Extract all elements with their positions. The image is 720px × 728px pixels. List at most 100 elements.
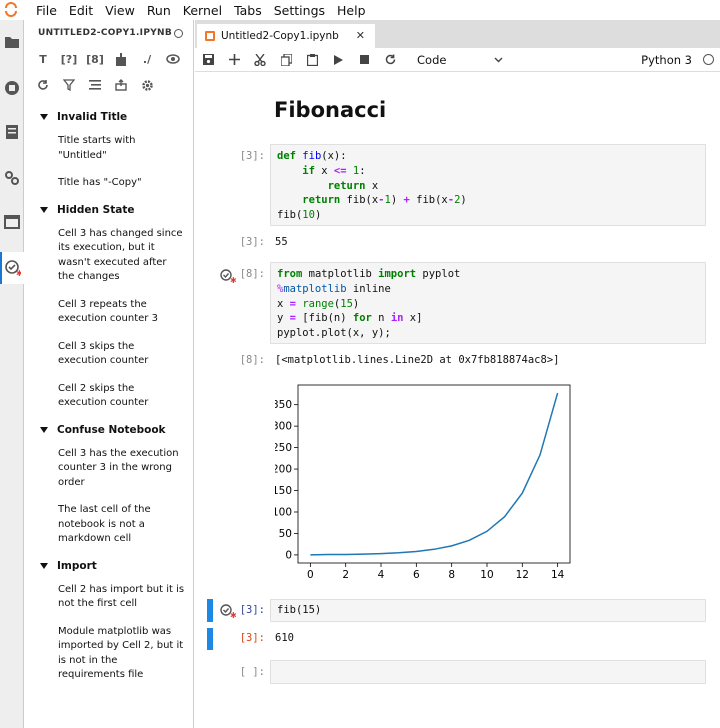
y-tick-label: 100	[275, 506, 292, 518]
export-icon[interactable]	[108, 74, 134, 96]
hidden-state-filter-button[interactable]: [?]	[56, 48, 82, 70]
menu-bar: File Edit View Run Kernel Tabs Settings …	[0, 0, 720, 20]
menu-settings[interactable]: Settings	[274, 3, 325, 18]
tab-label: Untitled2-Copy1.ipynb	[221, 30, 339, 42]
activity-bar: ✱	[0, 20, 24, 728]
y-tick-label: 250	[275, 442, 292, 454]
section-hidden-state[interactable]: Hidden State	[24, 197, 193, 223]
folder-icon[interactable]	[0, 26, 24, 58]
save-icon[interactable]	[195, 48, 221, 72]
list-icon[interactable]	[82, 74, 108, 96]
menu-tabs[interactable]: Tabs	[234, 3, 262, 18]
tab-bar: Untitled2-Copy1.ipynb ✕	[195, 20, 720, 48]
x-tick-label: 0	[307, 569, 314, 581]
cell-output: 55	[275, 236, 288, 248]
issue-item[interactable]: Module matplotlib was imported by Cell 2…	[24, 625, 193, 683]
line-chart: 0 2 4 6 8 10 12 14 0 50 100 150 200 250 300 350	[275, 384, 571, 581]
menu-file[interactable]: File	[36, 3, 57, 18]
x-tick-label: 8	[448, 569, 455, 581]
output-prompt: [8]:	[239, 354, 265, 366]
paste-icon[interactable]	[299, 48, 325, 72]
issue-item[interactable]: Cell 2 has import but it is not the firs…	[24, 583, 193, 612]
chevron-down-icon	[494, 57, 503, 62]
section-import[interactable]: Import	[24, 553, 193, 579]
collapse-triangle-icon	[40, 562, 48, 569]
cell-type-select[interactable]: Code	[417, 53, 503, 67]
code-cell-input[interactable]: def fib(x): if x <= 1: return x return f…	[270, 144, 706, 226]
title-filter-button[interactable]: T	[30, 48, 56, 70]
input-prompt: [8]:	[239, 268, 265, 280]
copy-icon[interactable]	[273, 48, 299, 72]
settings-gear-icon[interactable]	[0, 162, 24, 194]
config-gear-icon[interactable]	[134, 74, 160, 96]
section-confuse-notebook[interactable]: Confuse Notebook	[24, 417, 193, 443]
y-tick-label: 300	[275, 421, 292, 433]
tab-notebook[interactable]: Untitled2-Copy1.ipynb ✕	[197, 24, 375, 48]
eye-icon[interactable]	[160, 48, 186, 70]
output-prompt: [3]:	[239, 632, 265, 644]
collapse-triangle-icon	[40, 206, 48, 213]
collapse-triangle-icon	[40, 114, 48, 120]
restart-icon[interactable]	[377, 48, 403, 72]
issue-item[interactable]: Cell 3 skips the execution counter	[24, 340, 193, 369]
cell-type-value: Code	[417, 52, 447, 67]
menu-edit[interactable]: Edit	[69, 3, 93, 18]
issue-item[interactable]: The last cell of the notebook is not a m…	[24, 503, 193, 547]
code-cell-input[interactable]: fib(15)	[270, 599, 706, 622]
cell-output: [<matplotlib.lines.Line2D at 0x7fb818874…	[275, 354, 560, 366]
notebook-toolbar: Code Python 3	[195, 48, 720, 72]
close-icon[interactable]: ✕	[356, 29, 365, 42]
collapse-triangle-icon	[40, 426, 48, 433]
issue-item[interactable]: Cell 3 has changed since its execution, …	[24, 227, 193, 285]
x-tick-label: 14	[551, 569, 565, 581]
issue-item[interactable]: Cell 3 has the execution counter 3 in th…	[24, 447, 193, 491]
issue-item[interactable]: Title has "-Copy"	[24, 176, 193, 191]
commands-icon[interactable]	[0, 116, 24, 148]
cell-output: 610	[275, 632, 294, 644]
confuse-filter-button[interactable]: [8]	[82, 48, 108, 70]
input-prompt: [3]:	[239, 150, 265, 162]
kernel-idle-icon	[703, 54, 714, 65]
menu-view[interactable]: View	[105, 3, 135, 18]
menu-kernel[interactable]: Kernel	[183, 3, 222, 18]
y-tick-label: 50	[279, 528, 292, 540]
running-icon[interactable]	[0, 72, 24, 104]
tabs-icon[interactable]	[0, 206, 24, 238]
markdown-heading[interactable]: Fibonacci	[274, 98, 386, 122]
x-tick-label: 12	[516, 569, 529, 581]
x-tick-label: 4	[378, 569, 385, 581]
issue-item[interactable]: Cell 3 repeats the execution counter 3	[24, 298, 193, 327]
plot-frame	[297, 384, 571, 564]
x-tick-label: 2	[342, 569, 349, 581]
kernel-status-icon	[174, 28, 183, 38]
input-prompt: [3]:	[239, 604, 265, 616]
refresh-icon[interactable]	[30, 74, 56, 96]
panel-title: UNTITLED2-COPY1.IPYNB	[38, 28, 173, 38]
panel-toolbar-2	[24, 72, 193, 98]
y-tick-label: 150	[275, 485, 292, 497]
section-invalid-title[interactable]: Invalid Title	[24, 104, 193, 130]
x-tick-label: 10	[480, 569, 493, 581]
julynter-check-icon[interactable]: ✱	[0, 252, 24, 284]
empty-code-cell[interactable]	[270, 660, 706, 684]
kernel-name[interactable]: Python 3	[641, 53, 692, 67]
issue-item[interactable]: Cell 2 skips the execution counter	[24, 382, 193, 411]
stop-icon[interactable]	[351, 48, 377, 72]
code-cell-input[interactable]: from matplotlib import pyplot %matplotli…	[270, 262, 706, 344]
run-icon[interactable]	[325, 48, 351, 72]
menu-help[interactable]: Help	[337, 3, 366, 18]
input-prompt: [ ]:	[239, 666, 265, 678]
svg-text:✱: ✱	[16, 269, 21, 276]
issue-item[interactable]: Title starts with "Untitled"	[24, 134, 193, 163]
y-tick-label: 350	[275, 399, 292, 411]
add-cell-icon[interactable]	[221, 48, 247, 72]
filter-icon[interactable]	[56, 74, 82, 96]
panel-header: UNTITLED2-COPY1.IPYNB	[24, 20, 193, 46]
import-filter-icon[interactable]	[108, 48, 134, 70]
panel-toolbar-1: T [?] [8] ./	[24, 46, 193, 72]
x-tick-label: 6	[413, 569, 420, 581]
cut-icon[interactable]	[247, 48, 273, 72]
menu-run[interactable]: Run	[147, 3, 171, 18]
julynter-panel: UNTITLED2-COPY1.IPYNB T [?] [8] ./ Inval…	[24, 20, 194, 728]
path-filter-button[interactable]: ./	[134, 48, 160, 70]
